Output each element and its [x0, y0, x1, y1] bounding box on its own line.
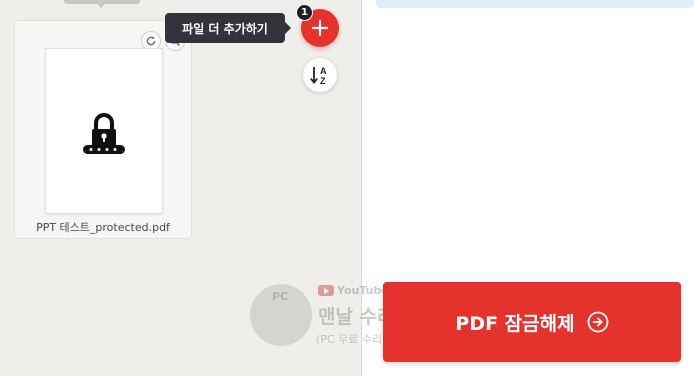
- watermark-youtube: YouTube: [318, 284, 389, 297]
- svg-text:Z: Z: [320, 76, 326, 86]
- rotate-button[interactable]: [141, 31, 161, 51]
- sort-az-icon: A Z: [310, 66, 327, 86]
- add-files-tooltip: 파일 더 추가하기: [165, 13, 291, 43]
- youtube-icon: [318, 285, 334, 296]
- sort-az-button[interactable]: A Z: [303, 58, 337, 92]
- plus-icon: [312, 20, 328, 36]
- svg-text:A: A: [320, 66, 327, 76]
- unlock-pdf-label: PDF 잠금해제: [455, 312, 575, 335]
- file-count-badge: 1: [296, 4, 313, 21]
- info-banner: [376, 0, 694, 8]
- unlock-pdf-button[interactable]: PDF 잠금해제: [383, 282, 681, 362]
- file-name: PPT 테스트_protected.pdf: [36, 221, 170, 234]
- top-tab-indicator: [64, 0, 140, 8]
- arrow-right-circle-icon: [587, 311, 609, 333]
- watermark-logo: PC: [250, 284, 312, 346]
- file-card[interactable]: PPT 테스트_protected.pdf: [14, 20, 192, 239]
- watermark-youtube-label: YouTube: [337, 284, 389, 297]
- watermark-logo-text: PC: [272, 290, 289, 303]
- rotate-icon: [146, 36, 156, 46]
- file-preview[interactable]: [46, 49, 162, 213]
- lock-icon: [83, 113, 125, 154]
